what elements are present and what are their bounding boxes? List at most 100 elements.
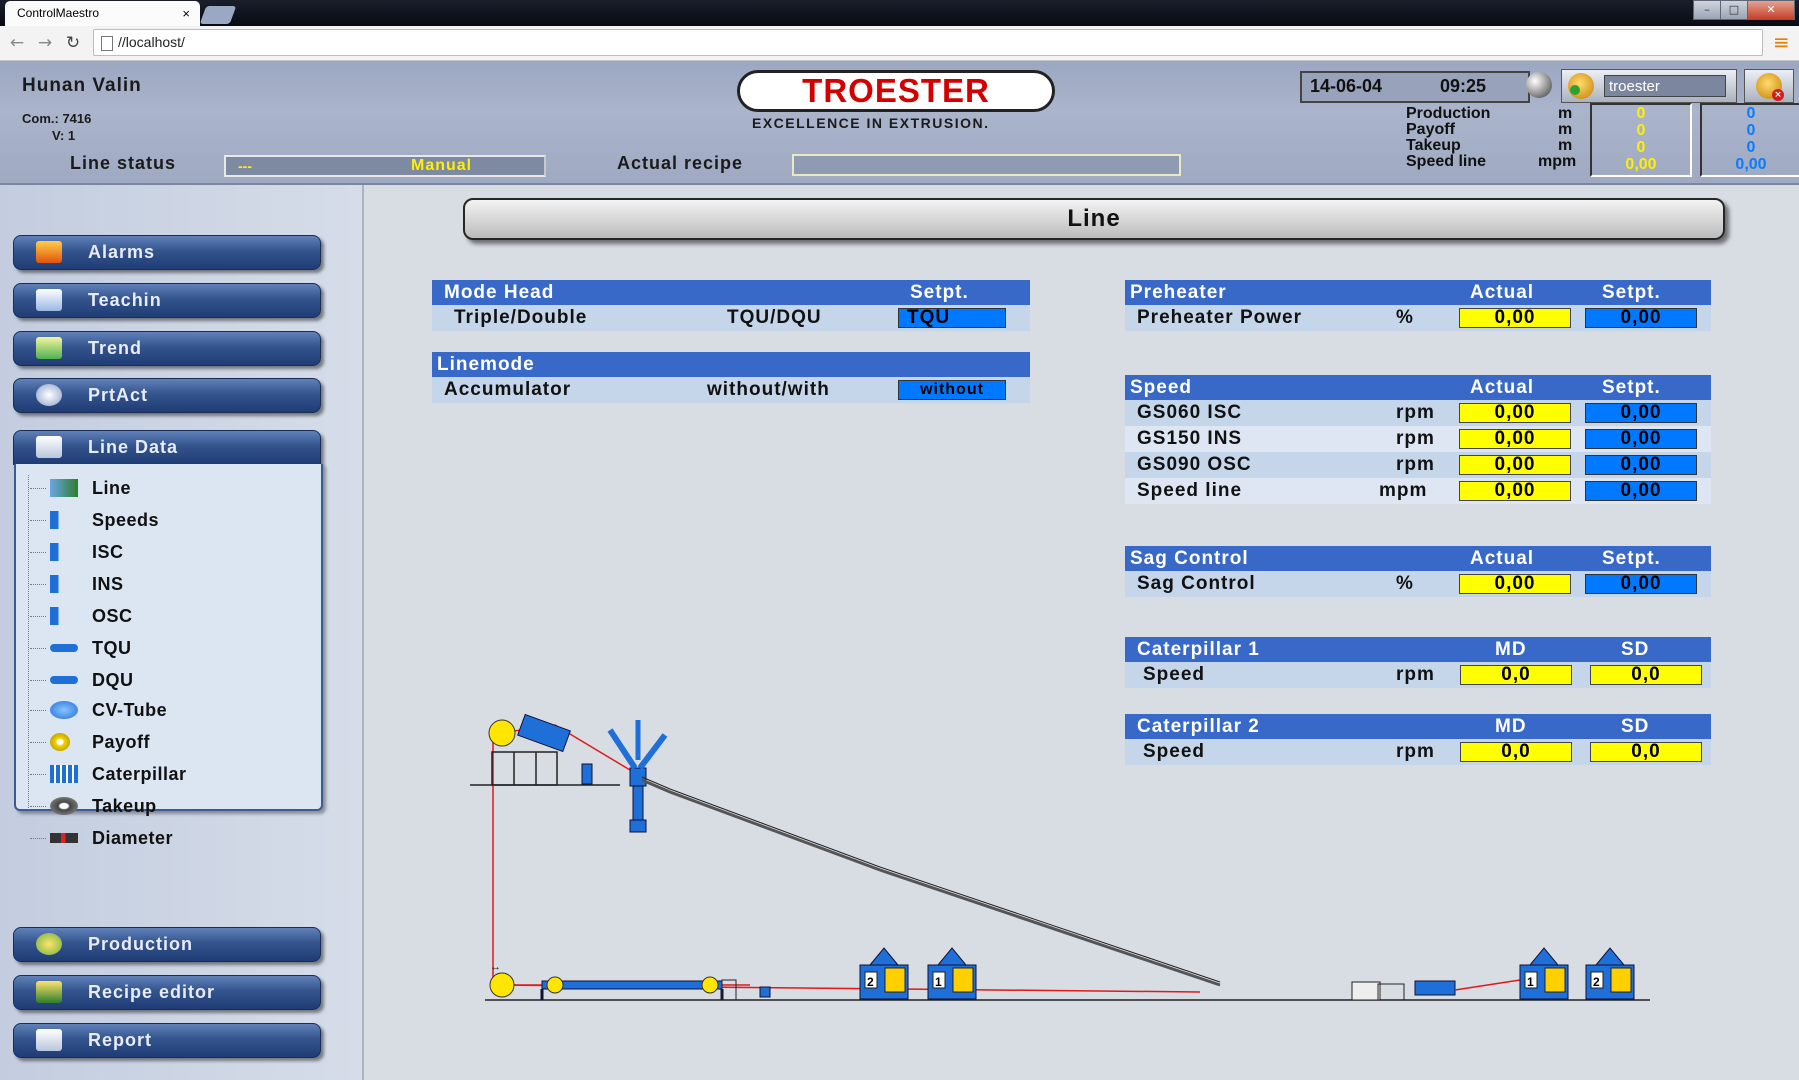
line-status-label: Line status [70, 153, 177, 173]
alarms-button[interactable]: Alarms [13, 235, 321, 270]
unit-label: 1 [935, 975, 942, 989]
new-tab-button[interactable] [199, 6, 237, 24]
stats-column-2: 0 0 0 0,00 [1700, 103, 1799, 177]
production-label: Production [88, 934, 193, 954]
preheater-panel: Preheater Actual Setpt. Preheater Power … [1125, 280, 1711, 331]
trend-icon [36, 337, 62, 359]
stat-value: 0 [1636, 122, 1646, 139]
ins-icon [50, 575, 78, 593]
company-name: Hunan Valin [22, 75, 142, 96]
close-tab-icon[interactable]: × [182, 1, 190, 26]
time: 09:25 [1440, 76, 1487, 96]
speed-row-label: GS150 INS [1137, 428, 1243, 449]
speed-setpt-value[interactable]: 0,00 [1585, 403, 1697, 423]
recipe-editor-button[interactable]: Recipe editor [13, 975, 321, 1010]
isc-icon [50, 543, 78, 561]
stat-value: 0 [1746, 105, 1756, 122]
accumulator [541, 980, 723, 990]
stat-value: 0,00 [1735, 156, 1767, 173]
line-data-label: Line Data [88, 437, 179, 457]
sag-actual-value: 0,00 [1459, 574, 1571, 594]
address-bar[interactable]: //localhost/ [93, 29, 1763, 56]
speed-setpt-value[interactable]: 0,00 [1585, 455, 1697, 475]
slogan: EXCELLENCE IN EXTRUSION. [752, 115, 990, 131]
payoff-icon [50, 733, 70, 751]
cat1-md-header: MD [1495, 639, 1527, 660]
sag-setpt-value[interactable]: 0,00 [1585, 574, 1697, 594]
stat-value: 0 [1746, 139, 1756, 156]
sag-header: Sag Control Actual Setpt. [1125, 546, 1711, 571]
linemode-value[interactable]: without [898, 380, 1006, 400]
browser-menu-icon[interactable]: ≡ [1773, 32, 1790, 52]
cat1-header: Caterpillar 1 MD SD [1125, 637, 1711, 662]
conductor-path [492, 732, 1201, 993]
report-button[interactable]: Report [13, 1023, 321, 1058]
line-diagram: ↔ 2 1 1 2 [470, 713, 1650, 1001]
window-maximize-button[interactable]: □ [1720, 0, 1748, 20]
globe-icon[interactable] [1526, 72, 1552, 98]
app-header: Hunan Valin Com.: 7416 V: 1 Line status … [0, 61, 1799, 185]
speed-actual-value: 0,00 [1459, 481, 1571, 501]
extruder-unit-2-left [859, 947, 909, 1000]
linemode-row: Accumulator without/with without [432, 377, 1030, 403]
caterpillar-1-panel: Caterpillar 1 MD SD Speed rpm 0,0 0,0 [1125, 637, 1711, 688]
speed-row-label: GS060 ISC [1137, 402, 1243, 423]
speed-row-unit: rpm [1396, 454, 1435, 475]
line-data-icon [36, 436, 62, 458]
cv-tube-icon [50, 701, 78, 719]
production-button[interactable]: Production [13, 927, 321, 962]
reload-icon[interactable]: ↻ [62, 32, 84, 54]
cat1-md-value: 0,0 [1460, 665, 1572, 685]
mode-head-panel: Mode Head Setpt. Triple/Double TQU/DQU T… [432, 280, 1030, 331]
username-field[interactable]: troester [1604, 75, 1726, 97]
user-logout-icon[interactable]: × [1756, 73, 1784, 101]
stat-unit-speed-line: mpm [1538, 153, 1577, 170]
user-login-icon[interactable] [1568, 73, 1594, 99]
speed-row: GS150 INS rpm 0,00 0,00 [1125, 426, 1711, 452]
preheater-unit [517, 713, 571, 753]
preheater-setpt-value[interactable]: 0,00 [1585, 308, 1697, 328]
caterpillar-unit [1414, 980, 1456, 996]
speed-row-unit: rpm [1396, 402, 1435, 423]
preheater-title: Preheater [1130, 282, 1227, 303]
version: V: 1 [52, 128, 76, 143]
cat1-row: Speed rpm 0,0 0,0 [1125, 662, 1711, 688]
preheater-setpt-header: Setpt. [1602, 282, 1661, 303]
tqu-icon [50, 644, 78, 652]
preheater-row-label: Preheater Power [1137, 307, 1302, 328]
window-minimize-button[interactable]: – [1693, 0, 1721, 20]
window-close-button[interactable]: ✕ [1747, 0, 1795, 20]
sag-setpt-header: Setpt. [1602, 548, 1661, 569]
line-status-field: --- Manual [224, 155, 546, 177]
back-arrow-icon[interactable]: ← [6, 32, 28, 54]
alarms-label: Alarms [88, 242, 156, 262]
browser-toolbar: ← → ↻ //localhost/ ≡ [0, 26, 1799, 61]
linemode-row-label: Accumulator [444, 379, 572, 400]
production-icon [36, 933, 62, 955]
user-box[interactable]: troester [1561, 69, 1737, 103]
line-status-dash: --- [238, 158, 252, 174]
browser-tab-title: ControlMaestro [17, 6, 100, 20]
payoff-reel-upper [488, 719, 516, 747]
stat-value: 0 [1636, 105, 1646, 122]
sealing-box [1351, 981, 1381, 1001]
trend-button[interactable]: Trend [13, 331, 321, 366]
line-data-button[interactable]: Line Data [13, 430, 321, 465]
browser-titlebar: ControlMaestro × – □ ✕ [0, 0, 1799, 26]
mode-head-header: Mode Head Setpt. [432, 280, 1030, 305]
logout-button[interactable]: × [1744, 69, 1794, 103]
mode-head-value[interactable]: TQU [898, 308, 1006, 328]
prtact-button[interactable]: PrtAct [13, 378, 321, 413]
sag-row: Sag Control % 0,00 0,00 [1125, 571, 1711, 597]
teachin-button[interactable]: Teachin [13, 283, 321, 318]
date: 14-06-04 [1310, 76, 1383, 96]
line-icon [50, 479, 78, 497]
linemode-header: Linemode [432, 352, 1030, 377]
speed-setpt-value[interactable]: 0,00 [1585, 429, 1697, 449]
mode-head-row-options: TQU/DQU [727, 307, 822, 328]
browser-tab[interactable]: ControlMaestro × [5, 1, 200, 26]
mode-head-title: Mode Head [444, 282, 555, 303]
speed-row: Speed line mpm 0,00 0,00 [1125, 478, 1711, 504]
forward-arrow-icon[interactable]: → [34, 32, 56, 54]
speed-setpt-value[interactable]: 0,00 [1585, 481, 1697, 501]
